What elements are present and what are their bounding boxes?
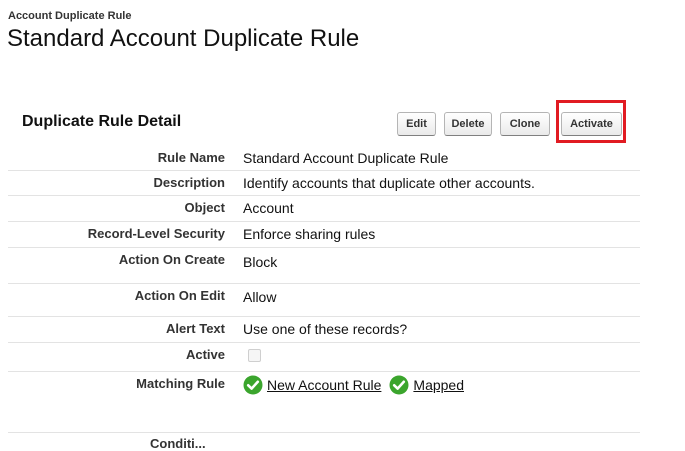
field-value: Standard Account Duplicate Rule [243,150,449,166]
field-value: Identify accounts that duplicate other a… [243,175,535,191]
field-value: Block [243,254,278,270]
field-row-matching-rule: Matching Rule New Account Rule Mapped [8,372,640,433]
section-title: Duplicate Rule Detail [22,113,182,130]
field-label: Matching Rule [136,376,225,391]
field-value: Allow [243,289,277,305]
field-row-description: Description Identify accounts that dupli… [8,171,640,196]
field-row-action-on-create: Action On Create Block [8,248,640,284]
field-value: Enforce sharing rules [243,226,376,242]
field-label: Rule Name [157,150,225,165]
clone-button[interactable]: Clone [500,112,550,136]
field-label: Description [153,175,225,190]
edit-button[interactable]: Edit [397,112,436,136]
delete-button[interactable]: Delete [444,112,492,136]
green-check-icon [243,375,263,395]
field-value: Account [243,200,294,216]
field-label-conditions: Conditi... [150,436,206,451]
breadcrumb: Account Duplicate Rule [8,10,132,22]
matching-rule-link[interactable]: New Account Rule [267,377,381,393]
field-row-object: Object Account [8,196,640,222]
field-value: Use one of these records? [243,321,408,337]
field-label: Record-Level Security [87,226,225,241]
active-checkbox[interactable] [248,349,261,362]
matching-rule-links: New Account Rule Mapped [243,374,472,396]
field-row-rule-name: Rule Name Standard Account Duplicate Rul… [8,146,640,171]
field-label: Alert Text [166,321,225,336]
green-check-icon [389,375,409,395]
field-label: Object [184,200,225,215]
field-row-action-on-edit: Action On Edit Allow [8,284,640,317]
field-row-record-level-security: Record-Level Security Enforce sharing ru… [8,222,640,248]
field-label: Action On Edit [134,288,225,303]
activate-highlight-box [556,100,626,143]
field-row-active: Active [8,343,640,372]
field-row-alert-text: Alert Text Use one of these records? [8,317,640,343]
mapped-link[interactable]: Mapped [413,377,464,393]
field-label: Action On Create [118,252,225,267]
page-title: Standard Account Duplicate Rule [7,25,360,52]
field-label: Active [185,347,225,362]
